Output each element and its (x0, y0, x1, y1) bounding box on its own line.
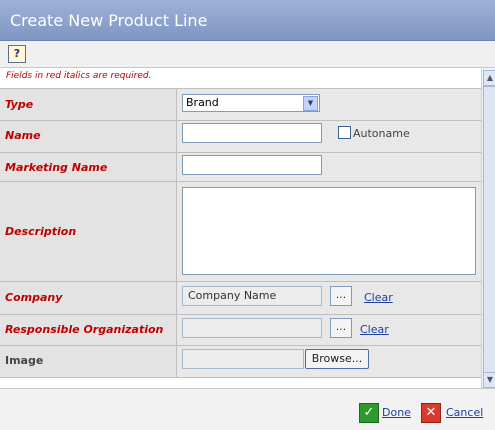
autoname-checkbox[interactable] (338, 126, 351, 139)
toolbar: ? (0, 41, 495, 68)
description-textarea[interactable] (182, 187, 476, 275)
cancel-button[interactable]: Cancel (446, 406, 483, 419)
type-label: Type (5, 98, 34, 111)
image-label: Image (5, 354, 44, 367)
marketing-name-label: Marketing Name (5, 161, 108, 174)
description-row: Description (0, 181, 481, 281)
autoname-label: Autoname (353, 127, 410, 140)
help-icon[interactable]: ? (8, 45, 26, 63)
company-browse-button[interactable]: ... (330, 286, 352, 306)
responsible-organization-label: Responsible Organization (5, 323, 164, 336)
scroll-down-icon[interactable]: ▼ (483, 372, 495, 388)
type-select-value: Brand (186, 96, 219, 109)
marketing-name-row: Marketing Name (0, 152, 481, 181)
image-row: Image Browse... (0, 345, 481, 378)
checkmark-icon[interactable]: ✓ (359, 403, 379, 423)
scroll-up-icon[interactable]: ▲ (483, 70, 495, 86)
image-file-field (182, 349, 304, 369)
company-clear-link[interactable]: Clear (364, 291, 393, 304)
company-row: Company Company Name ... Clear (0, 281, 481, 314)
done-button[interactable]: Done (382, 406, 411, 419)
responsible-organization-field (182, 318, 322, 338)
window-title: Create New Product Line (10, 11, 208, 30)
name-input[interactable] (182, 123, 322, 143)
company-field: Company Name (182, 286, 322, 306)
responsible-organization-clear-link[interactable]: Clear (360, 323, 389, 336)
name-row: Name Autoname (0, 120, 481, 152)
chevron-down-icon[interactable]: ▼ (303, 96, 318, 111)
type-row: Type Brand ▼ (0, 88, 481, 120)
type-select[interactable]: Brand ▼ (182, 94, 320, 112)
scrollbar-thumb[interactable] (483, 86, 495, 374)
title-bar: Create New Product Line (0, 0, 495, 41)
description-label: Description (5, 225, 77, 238)
footer-bar: ✓ Done ✕ Cancel (0, 388, 495, 430)
close-icon[interactable]: ✕ (421, 403, 441, 423)
vertical-scrollbar[interactable]: ▲ ▼ (481, 68, 495, 388)
image-browse-button[interactable]: Browse... (305, 349, 369, 369)
name-label: Name (5, 129, 41, 142)
required-fields-note: Fields in red italics are required. (6, 71, 152, 81)
marketing-name-input[interactable] (182, 155, 322, 175)
company-label: Company (5, 291, 63, 304)
form-panel: Fields in red italics are required. Type… (0, 68, 481, 388)
responsible-organization-row: Responsible Organization ... Clear (0, 314, 481, 345)
responsible-organization-browse-button[interactable]: ... (330, 318, 352, 338)
